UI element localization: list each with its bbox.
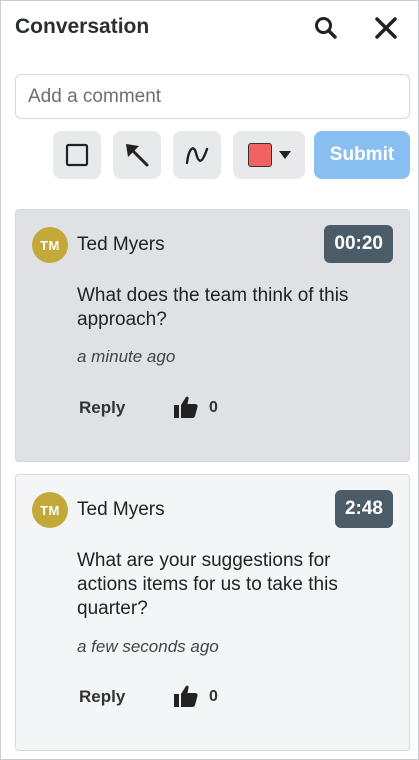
comment-author: Ted Myers (77, 234, 165, 255)
thumbs-up-icon (174, 685, 198, 707)
search-button[interactable] (313, 15, 339, 41)
close-icon (375, 17, 397, 39)
search-icon (315, 17, 337, 39)
like-button[interactable] (174, 396, 198, 418)
color-swatch (247, 143, 272, 167)
comment-input[interactable] (15, 74, 410, 119)
timestamp-badge[interactable]: 00:20 (324, 225, 393, 263)
panel-header: Conversation (1, 1, 418, 57)
comment-text: What does the team think of this approac… (77, 285, 349, 330)
like-count: 0 (209, 688, 218, 705)
submit-button[interactable]: Submit (314, 131, 410, 179)
comment-author: Ted Myers (77, 499, 165, 520)
timestamp-badge[interactable]: 2:48 (334, 490, 393, 528)
reply-button[interactable]: Reply (79, 398, 125, 418)
panel-title: Conversation (15, 15, 150, 38)
comment-text: What are your suggestions for actions it… (77, 550, 338, 619)
chevron-down-icon (278, 151, 291, 159)
avatar: TM (32, 492, 68, 528)
freehand-tool-button[interactable] (173, 131, 221, 179)
arrow-tool-button[interactable] (113, 131, 161, 179)
rectangle-tool-button[interactable] (53, 131, 101, 179)
comment-relative-time: a few seconds ago (77, 637, 219, 656)
arrow-icon (126, 144, 149, 167)
comment-card: TM Ted Myers 2:48 What are your suggesti… (15, 474, 410, 751)
rectangle-icon (65, 143, 89, 167)
avatar: TM (32, 227, 68, 263)
comment-relative-time: a minute ago (77, 347, 176, 366)
freehand-curve-icon (185, 147, 209, 165)
close-button[interactable] (373, 15, 399, 41)
comment-card: TM Ted Myers 00:20 What does the team th… (15, 209, 410, 462)
color-picker-button[interactable] (233, 131, 305, 179)
like-button[interactable] (174, 685, 198, 707)
thumbs-up-icon (174, 396, 198, 418)
conversation-panel: Conversation S (0, 0, 419, 760)
reply-button[interactable]: Reply (79, 687, 125, 707)
like-count: 0 (209, 399, 218, 416)
